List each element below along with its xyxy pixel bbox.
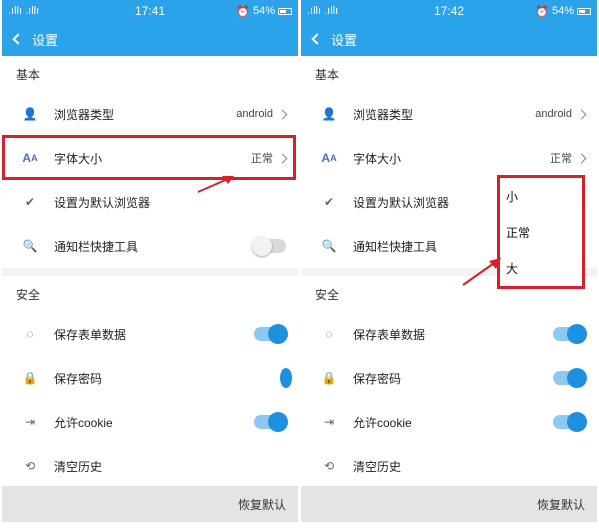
row-label: 清空历史: [54, 459, 103, 474]
bottom-bar: 恢复默认: [2, 486, 298, 522]
font-option-large[interactable]: 大: [500, 250, 582, 286]
history-icon: ⟲: [323, 459, 335, 473]
check-circle-icon: ✔: [323, 195, 335, 209]
row-default-browser[interactable]: ✔ 设置为默认浏览器: [2, 180, 298, 224]
check-circle-icon: ✔: [24, 195, 36, 209]
chevron-right-icon: [277, 109, 288, 119]
battery-icon: [278, 7, 292, 15]
status-bar: .ıllı .ıllı 17:42 ⏰ 54%: [301, 0, 597, 22]
row-save-form[interactable]: ◌ 保存表单数据: [301, 312, 597, 356]
row-clear-history[interactable]: ⟲ 清空历史: [2, 444, 298, 488]
row-browser-type[interactable]: 👤 浏览器类型 android: [2, 92, 298, 136]
restore-default-button[interactable]: 恢复默认: [537, 496, 585, 513]
settings-screen-left: .ıllı .ıllı 17:41 ⏰ 54% 设置 基本 👤 浏览器类型 an…: [2, 0, 298, 522]
save-form-toggle[interactable]: [553, 324, 587, 344]
toggle-knob: [567, 324, 587, 344]
font-size-popup: 小 正常 大: [497, 175, 585, 289]
chevron-right-icon: [576, 109, 587, 119]
search-icon: 🔍: [22, 239, 38, 253]
row-label: 浏览器类型: [54, 107, 115, 122]
login-icon: ⇥: [323, 415, 335, 429]
font-size-icon: AA: [321, 151, 337, 165]
toggle-knob: [252, 236, 272, 256]
toggle-knob: [280, 368, 292, 388]
status-time: 17:41: [134, 4, 166, 18]
toggle-knob: [567, 412, 587, 432]
refresh-icon: ◌: [325, 327, 333, 341]
section-divider: [2, 268, 298, 276]
allow-cookie-toggle[interactable]: [553, 412, 587, 432]
person-icon: 👤: [321, 107, 337, 121]
row-label: 浏览器类型: [353, 107, 414, 122]
toggle-knob: [567, 368, 587, 388]
bottom-bar: 恢复默认: [301, 486, 597, 522]
back-icon[interactable]: [311, 33, 323, 45]
search-icon: 🔍: [321, 239, 337, 253]
restore-default-button[interactable]: 恢复默认: [238, 496, 286, 513]
toggle-knob: [268, 412, 288, 432]
row-label: 允许cookie: [54, 415, 113, 430]
row-allow-cookie[interactable]: ⇥ 允许cookie: [2, 400, 298, 444]
row-font-size[interactable]: AA 字体大小 正常: [301, 136, 597, 180]
login-icon: ⇥: [24, 415, 36, 429]
save-form-toggle[interactable]: [254, 324, 288, 344]
row-value: 正常: [550, 153, 572, 165]
lock-icon: 🔒: [321, 371, 337, 385]
row-label: 设置为默认浏览器: [54, 195, 151, 210]
font-size-row-highlight: [2, 135, 296, 180]
font-option-small[interactable]: 小: [500, 178, 582, 214]
app-bar: 设置: [2, 22, 298, 56]
chevron-right-icon: [576, 153, 587, 163]
row-value: android: [236, 108, 273, 120]
row-label: 保存表单数据: [353, 327, 426, 342]
row-label: 保存密码: [54, 371, 103, 386]
row-label: 通知栏快捷工具: [54, 239, 139, 254]
lock-icon: 🔒: [22, 371, 38, 385]
row-save-password[interactable]: 🔒 保存密码: [2, 356, 298, 400]
app-bar: 设置: [301, 22, 597, 56]
row-save-form[interactable]: ◌ 保存表单数据: [2, 312, 298, 356]
status-bar: .ıllı .ıllı 17:41 ⏰ 54%: [2, 0, 298, 22]
row-notify-tool[interactable]: 🔍 通知栏快捷工具: [2, 224, 298, 268]
row-label: 保存密码: [353, 371, 402, 386]
save-password-toggle[interactable]: [553, 368, 587, 388]
row-label: 清空历史: [353, 459, 402, 474]
font-option-normal[interactable]: 正常: [500, 214, 582, 250]
annotation-arrow: [197, 176, 234, 193]
section-security: 安全: [16, 287, 41, 302]
row-save-password[interactable]: 🔒 保存密码: [301, 356, 597, 400]
section-basic: 基本: [315, 67, 340, 82]
allow-cookie-toggle[interactable]: [254, 412, 288, 432]
row-label: 字体大小: [353, 151, 402, 166]
save-password-toggle[interactable]: [276, 368, 292, 388]
status-time: 17:42: [433, 4, 465, 18]
row-browser-type[interactable]: 👤 浏览器类型 android: [301, 92, 597, 136]
person-icon: 👤: [22, 107, 38, 121]
row-value: android: [535, 108, 572, 120]
back-icon[interactable]: [12, 33, 24, 45]
settings-screen-right: .ıllı .ıllı 17:42 ⏰ 54% 设置 基本 👤 浏览器类型 an…: [301, 0, 597, 522]
row-label: 保存表单数据: [54, 327, 127, 342]
row-label: 允许cookie: [353, 415, 412, 430]
section-basic: 基本: [16, 67, 41, 82]
notify-tool-toggle[interactable]: [252, 236, 286, 256]
page-title: 设置: [331, 32, 358, 48]
page-title: 设置: [32, 32, 59, 48]
row-clear-history[interactable]: ⟲ 清空历史: [301, 444, 597, 488]
battery-icon: [577, 7, 591, 15]
toggle-knob: [268, 324, 288, 344]
row-allow-cookie[interactable]: ⇥ 允许cookie: [301, 400, 597, 444]
annotation-arrow: [462, 258, 501, 286]
history-icon: ⟲: [24, 459, 36, 473]
refresh-icon: ◌: [26, 327, 34, 341]
